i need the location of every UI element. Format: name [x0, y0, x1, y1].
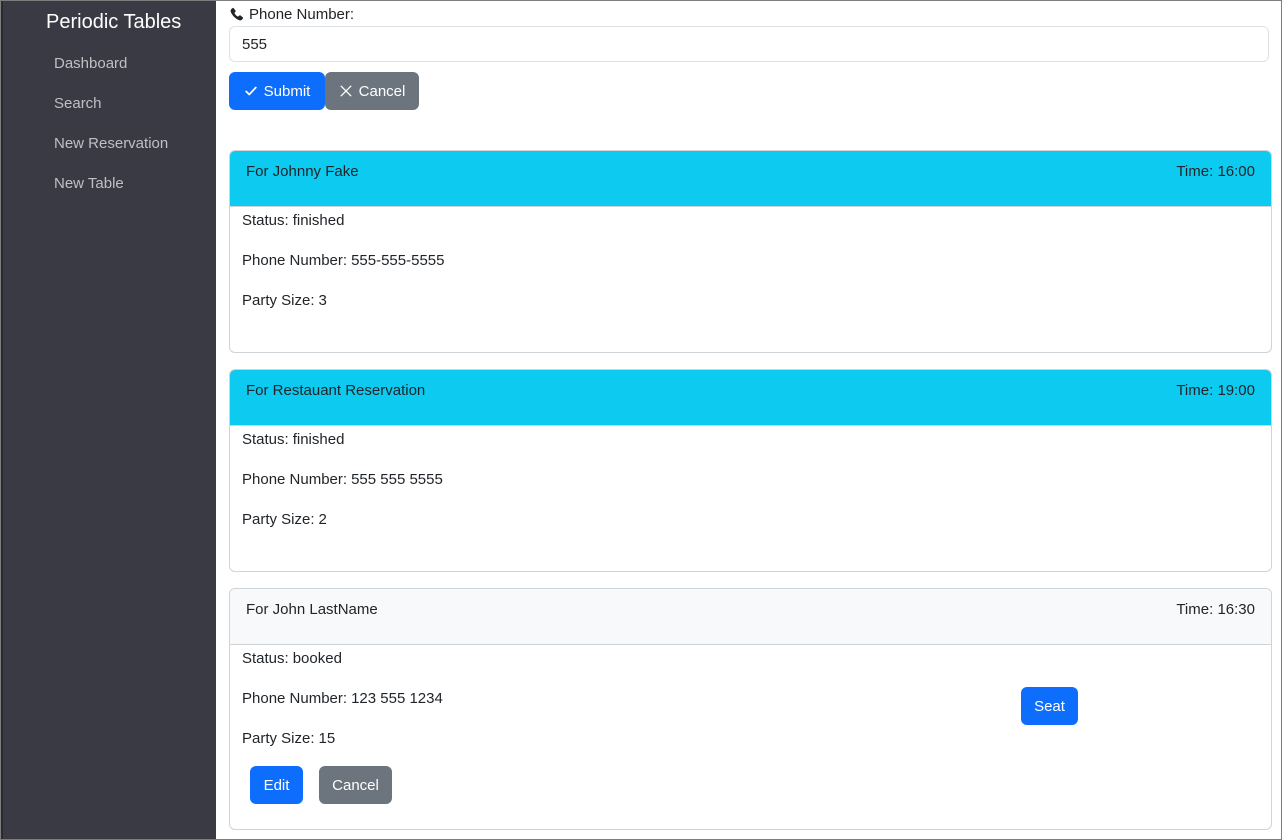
phone-label-text: Phone Number: [249, 6, 355, 23]
party-size-label: Party Size: [242, 292, 315, 309]
time-value: 16:30 [1217, 601, 1255, 618]
reservation-status: Status: finished [242, 212, 344, 229]
status-value: finished [292, 431, 345, 448]
reservation-card-header: For Restauant Reservation Time: 19:00 [230, 370, 1271, 426]
cancel-search-button[interactable]: Cancel [325, 72, 419, 110]
party-size-value: 3 [318, 292, 327, 309]
sidebar-item-search[interactable]: Search [54, 95, 102, 112]
for-label: For [246, 382, 269, 399]
reservation-card-header: For John LastName Time: 16:30 [230, 589, 1271, 645]
reservation-name: For John LastName [246, 601, 378, 618]
time-label: Time: [1176, 601, 1214, 618]
reservation-phone: Phone Number: 123 555 1234 [242, 690, 443, 707]
party-size-value: 2 [318, 511, 327, 528]
reservation-card: For Restauant Reservation Time: 19:00 St… [229, 369, 1272, 572]
seat-button[interactable]: Seat [1021, 687, 1078, 725]
reservation-time: Time: 16:00 [1176, 163, 1255, 180]
brand-title[interactable]: Periodic Tables [46, 11, 181, 34]
reservation-status: Status: finished [242, 431, 344, 448]
reservation-card-header: For Johnny Fake Time: 16:00 [230, 151, 1271, 207]
time-value: 19:00 [1217, 382, 1255, 399]
time-label: Time: [1176, 382, 1214, 399]
phone-value: 123 555 1234 [351, 690, 443, 707]
reservation-name: For Johnny Fake [246, 163, 359, 180]
reservation-name: For Restauant Reservation [246, 382, 425, 399]
close-icon [339, 84, 353, 98]
main-content: Phone Number: Submit Cancel For Johnny F… [217, 1, 1281, 839]
reservation-party-size: Party Size: 2 [242, 511, 327, 528]
phone-label: Phone Number: [242, 690, 348, 707]
party-size-label: Party Size: [242, 730, 315, 747]
check-icon [244, 84, 258, 98]
status-label: Status: [242, 212, 289, 229]
for-label: For [246, 163, 269, 180]
status-value: booked [292, 650, 342, 667]
reservation-status: Status: booked [242, 650, 342, 667]
time-value: 16:00 [1217, 163, 1255, 180]
status-label: Status: [242, 650, 289, 667]
reservation-phone: Phone Number: 555-555-5555 [242, 252, 444, 269]
sidebar: Periodic Tables Dashboard Search New Res… [1, 1, 216, 839]
phone-number-input[interactable] [229, 26, 1269, 62]
party-size-value: 15 [318, 730, 336, 747]
party-size-label: Party Size: [242, 511, 315, 528]
reservation-time: Time: 19:00 [1176, 382, 1255, 399]
reservation-party-size: Party Size: 3 [242, 292, 327, 309]
sidebar-item-dashboard[interactable]: Dashboard [54, 55, 127, 72]
phone-icon [229, 7, 244, 22]
time-label: Time: [1176, 163, 1214, 180]
phone-value: 555-555-5555 [351, 252, 445, 269]
app-window: Periodic Tables Dashboard Search New Res… [0, 0, 1282, 840]
edit-button[interactable]: Edit [250, 766, 303, 804]
sidebar-item-new-reservation[interactable]: New Reservation [54, 135, 168, 152]
for-label: For [246, 601, 269, 618]
reservation-party-size: Party Size: 15 [242, 730, 335, 747]
cancel-search-label: Cancel [358, 82, 406, 100]
sidebar-item-new-table[interactable]: New Table [54, 175, 124, 192]
phone-label: Phone Number: [242, 471, 348, 488]
status-value: finished [292, 212, 345, 229]
phone-number-label: Phone Number: [229, 6, 354, 23]
submit-button[interactable]: Submit [229, 72, 325, 110]
cancel-reservation-button[interactable]: Cancel [319, 766, 392, 804]
reservation-time: Time: 16:30 [1176, 601, 1255, 618]
sidebar-edge [1, 1, 3, 839]
reservation-phone: Phone Number: 555 555 5555 [242, 471, 443, 488]
reservation-name-value: John LastName [272, 601, 378, 618]
reservation-card: For John LastName Time: 16:30 Status: boo… [229, 588, 1272, 830]
reservation-name-value: Restauant Reservation [272, 382, 426, 399]
reservation-name-value: Johnny Fake [272, 163, 359, 180]
submit-label: Submit [263, 82, 311, 100]
reservation-card: For Johnny Fake Time: 16:00 Status: finis… [229, 150, 1272, 353]
phone-label: Phone Number: [242, 252, 348, 269]
status-label: Status: [242, 431, 289, 448]
phone-value: 555 555 5555 [351, 471, 443, 488]
